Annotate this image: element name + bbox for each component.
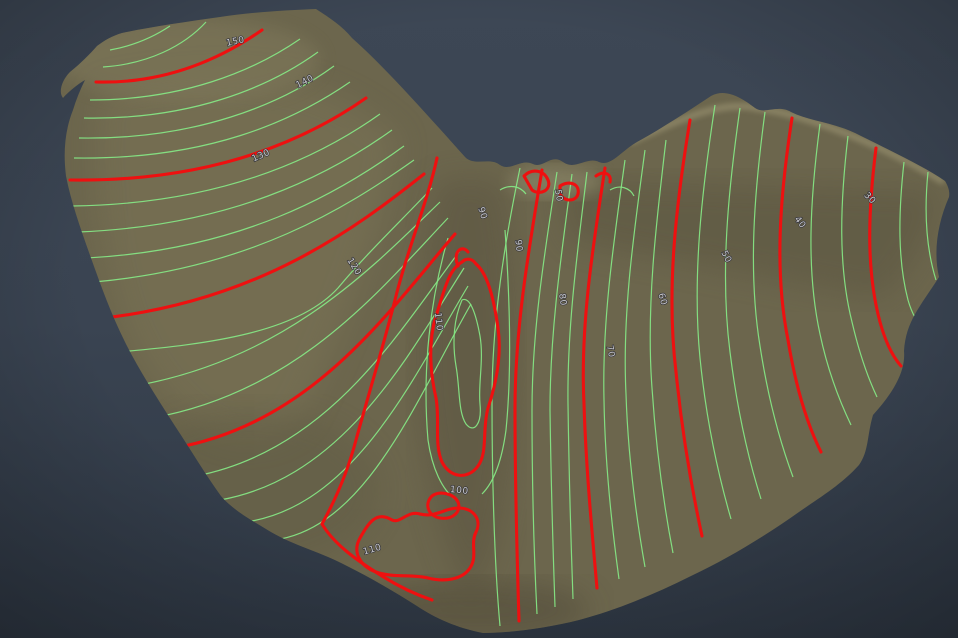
elevation-label: 100 — [449, 485, 469, 497]
elevation-label: 90 — [512, 239, 523, 252]
elevation-label: 50 — [552, 189, 564, 203]
elevation-label: 110 — [432, 312, 444, 332]
viewport-3d[interactable]: 150140130120110100110909080706050504030 — [0, 0, 958, 638]
elevation-label: 80 — [556, 293, 568, 307]
terrain-canvas: 150140130120110100110909080706050504030 — [0, 0, 958, 638]
